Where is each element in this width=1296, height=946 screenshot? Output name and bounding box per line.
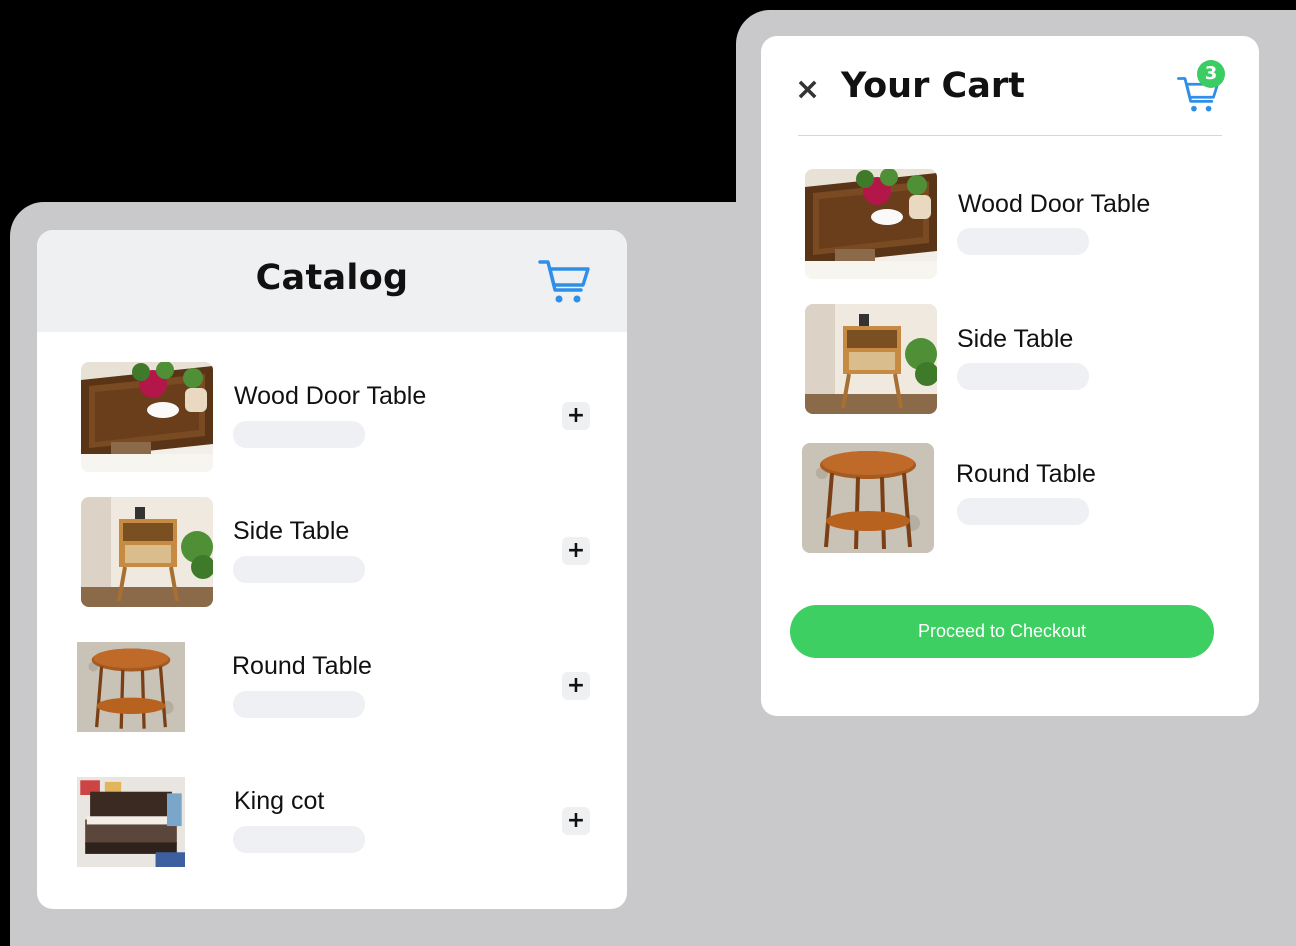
cart-count-badge: 3	[1197, 60, 1225, 88]
cart-item: Round Table	[761, 434, 1259, 554]
catalog-item: Side Table +	[37, 493, 627, 613]
cart-item-name: Wood Door Table	[958, 190, 1151, 218]
cart-icon[interactable]	[537, 254, 591, 308]
product-image-wood-door-table	[805, 169, 937, 279]
proceed-to-checkout-button[interactable]: Proceed to Checkout	[790, 605, 1214, 658]
add-to-cart-button[interactable]: +	[562, 672, 590, 700]
product-image-king-cot	[73, 777, 189, 867]
catalog-item: King cot +	[37, 763, 627, 883]
product-image-round-table	[802, 443, 934, 553]
cart-panel: × Your Cart 3 Wood Door Table Side Table…	[761, 36, 1259, 716]
price-placeholder	[233, 691, 365, 718]
price-placeholder	[957, 498, 1089, 525]
price-placeholder	[957, 228, 1089, 255]
price-placeholder	[233, 556, 365, 583]
catalog-item-name: Wood Door Table	[234, 382, 427, 410]
cart-item: Side Table	[761, 299, 1259, 419]
product-image-side-table	[81, 497, 213, 607]
cart-title: Your Cart	[841, 66, 1025, 106]
price-placeholder	[233, 826, 365, 853]
cart-item-name: Round Table	[956, 460, 1096, 488]
catalog-item-name: Round Table	[232, 652, 372, 680]
catalog-item: Wood Door Table +	[37, 358, 627, 478]
close-icon[interactable]: ×	[795, 70, 820, 110]
price-placeholder	[957, 363, 1089, 390]
product-image-round-table	[73, 642, 189, 732]
catalog-item-name: Side Table	[233, 517, 350, 545]
catalog-item-name: King cot	[234, 787, 325, 815]
add-to-cart-button[interactable]: +	[562, 537, 590, 565]
cart-item-name: Side Table	[957, 325, 1074, 353]
cart-item: Wood Door Table	[761, 164, 1259, 284]
add-to-cart-button[interactable]: +	[562, 402, 590, 430]
catalog-item: Round Table +	[37, 628, 627, 748]
catalog-panel: Catalog Wood Door Table + Side Table + R…	[37, 230, 627, 909]
catalog-header: Catalog	[37, 230, 627, 332]
product-image-side-table	[805, 304, 937, 414]
product-image-wood-door-table	[81, 362, 213, 472]
divider	[798, 135, 1222, 136]
add-to-cart-button[interactable]: +	[562, 807, 590, 835]
price-placeholder	[233, 421, 365, 448]
